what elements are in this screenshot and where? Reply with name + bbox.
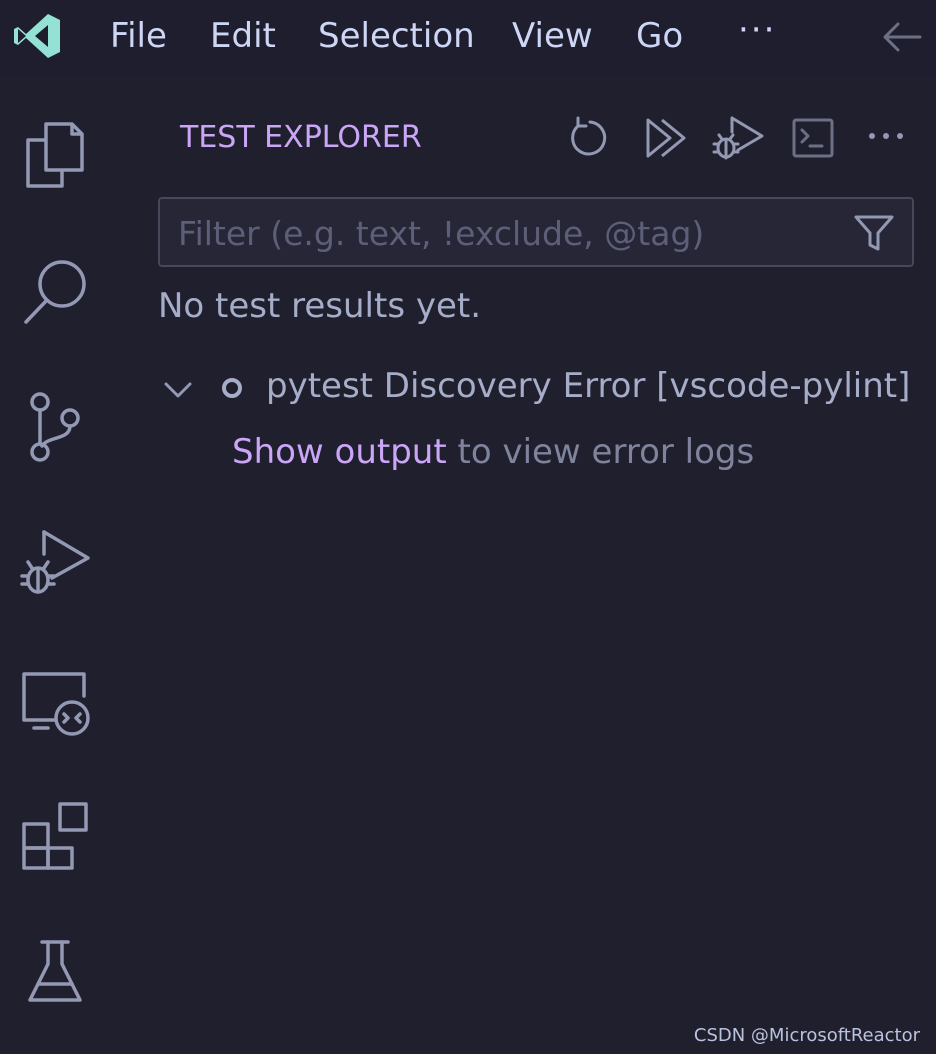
refresh-icon[interactable] [566,114,614,162]
run-debug-icon[interactable] [18,526,92,600]
source-control-icon[interactable] [18,390,92,464]
back-arrow-icon[interactable] [880,18,922,56]
more-actions-icon[interactable] [862,114,910,162]
explorer-icon[interactable] [18,118,92,192]
panel-title: TEST EXPLORER [180,120,422,155]
menu-more-button[interactable]: ··· [738,10,776,50]
remote-explorer-icon[interactable] [18,662,92,736]
test-tree-item[interactable]: pytest Discovery Error [vscode-pylint] [158,366,936,422]
status-circle-icon [222,378,242,398]
title-bar: File Edit Selection View Go ··· [0,0,936,76]
testing-icon[interactable] [18,934,92,1008]
run-all-icon[interactable] [642,114,690,162]
filter-input[interactable] [176,209,840,257]
tree-item-label: pytest Discovery Error [vscode-pylint] [266,366,911,406]
vscode-logo-icon [14,14,60,58]
extensions-icon[interactable] [18,798,92,872]
watermark: CSDN @MicrosoftReactor [693,1025,920,1046]
filter-box [158,197,914,267]
filter-icon[interactable] [852,211,896,255]
search-icon[interactable] [18,254,92,328]
no-results-message: No test results yet. [158,286,482,326]
menu-go[interactable]: Go [636,14,683,58]
terminal-output-icon[interactable] [790,114,838,162]
menu-edit[interactable]: Edit [210,14,276,58]
menu-view[interactable]: View [512,14,593,58]
activity-bar [0,76,110,1054]
test-explorer-panel: TEST EXPLORER Filter (e.g. text, !exclud… [110,76,936,1054]
output-message: Show output to view error logs [232,432,754,472]
output-message-text: to view error logs [446,432,755,472]
menu-file[interactable]: File [110,14,167,58]
debug-all-icon[interactable] [712,114,768,162]
show-output-link[interactable]: Show output [232,432,447,472]
menu-selection[interactable]: Selection [318,14,475,58]
chevron-down-icon[interactable] [162,374,194,406]
